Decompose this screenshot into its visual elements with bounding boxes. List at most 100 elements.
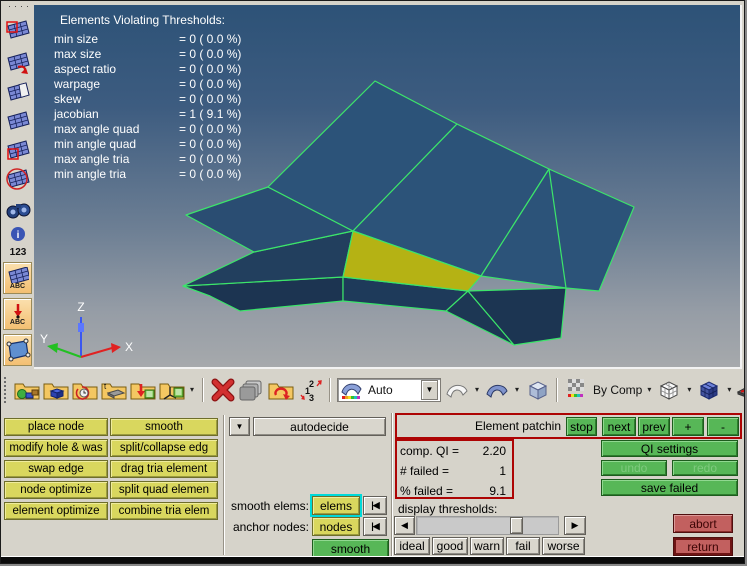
mesh-arrow-icon[interactable]: [5, 50, 31, 76]
wireframe-shell-caret[interactable]: ▾: [473, 385, 481, 394]
overlay-row: max angle quad = 0 ( 0.0 %): [54, 122, 242, 136]
element-thickness-icon[interactable]: [736, 377, 745, 403]
reload-icon[interactable]: [268, 377, 294, 403]
split-quad-element-button[interactable]: split quad elemen: [110, 481, 218, 499]
mesh-abc-button[interactable]: ABC: [3, 262, 32, 294]
slider-right-button[interactable]: ▶: [564, 516, 586, 535]
binoculars-icon[interactable]: [5, 196, 31, 222]
edit-tools-grid: place node smooth modify hole & was spli…: [4, 418, 218, 520]
threshold-warn-button[interactable]: warn: [470, 537, 504, 555]
nodes-reset-button[interactable]: |◀: [363, 517, 387, 536]
slider-left-button[interactable]: ◀: [394, 516, 415, 535]
axis-x-label: X: [125, 340, 133, 354]
threshold-slider-track[interactable]: [416, 516, 559, 535]
violations-overlay: Elements Violating Thresholds: min size =…: [54, 11, 241, 182]
redo-button[interactable]: redo: [672, 460, 738, 476]
next-button[interactable]: next: [602, 417, 636, 436]
toolbar-separator: [556, 377, 558, 402]
threshold-worse-button[interactable]: worse: [542, 537, 585, 555]
shading-dropdown-button[interactable]: ▼: [421, 379, 438, 400]
split-collapse-edge-button[interactable]: split/collapse edg: [110, 439, 218, 457]
sidebar-drag-handle[interactable]: ····: [8, 2, 34, 11]
import-list-icon[interactable]: [130, 377, 156, 403]
toolbar-drag-handle[interactable]: [4, 376, 9, 403]
prev-button[interactable]: prev: [638, 417, 670, 436]
abort-button[interactable]: abort: [673, 514, 733, 533]
combine-tria-element-button[interactable]: combine tria elem: [110, 502, 218, 520]
mesh-window-icon[interactable]: [5, 18, 31, 44]
qi-settings-button[interactable]: QI settings: [601, 440, 738, 457]
mesh-half-icon[interactable]: [5, 80, 31, 106]
overlay-row: aspect ratio = 0 ( 0.0 %): [54, 62, 242, 76]
color-mode-caret[interactable]: ▾: [645, 385, 653, 394]
thickness-icon[interactable]: t: [101, 377, 127, 403]
main-toolbar: t ▾ 2 1 3 Auto ▼ ▾ ▾ By Comp ▾ ▾ ▾: [1, 371, 745, 408]
mesh-icon: [8, 266, 29, 283]
drag-tria-element-button[interactable]: drag tria element: [110, 460, 218, 478]
wireframe-shell-icon[interactable]: [444, 377, 470, 403]
comp-qi-value: 2.20: [482, 444, 506, 458]
shaded-cube-icon[interactable]: [696, 377, 722, 403]
elems-selector-button[interactable]: elems: [310, 494, 362, 517]
place-node-button[interactable]: place node: [4, 418, 108, 436]
axis-triad: Z X Y: [40, 300, 133, 358]
overlay-row: max size = 0 ( 0.0 %): [54, 47, 242, 61]
element-optimize-button[interactable]: element optimize: [4, 502, 108, 520]
undo-button[interactable]: undo: [601, 460, 667, 476]
mesh-solid-icon[interactable]: [5, 109, 31, 135]
panels-stack-icon[interactable]: [239, 377, 265, 403]
save-failed-button[interactable]: save failed: [601, 479, 738, 496]
num-failed-label: # failed =: [400, 464, 450, 478]
mode-dropdown-button[interactable]: ▼: [229, 417, 250, 436]
display-thresholds-label: display thresholds:: [398, 502, 498, 516]
axes-list-icon[interactable]: [159, 377, 185, 403]
smooth-elems-label: smooth elems:: [230, 499, 309, 513]
shaded-shell-caret[interactable]: ▾: [513, 385, 521, 394]
abc-label: ABC: [9, 318, 26, 326]
checker-icon[interactable]: [564, 377, 590, 403]
nodes-selector-button[interactable]: nodes: [312, 517, 360, 536]
info-icon[interactable]: i: [5, 225, 31, 243]
stop-button[interactable]: stop: [566, 417, 597, 436]
cube-icon[interactable]: [524, 377, 550, 403]
mesh-select-icon[interactable]: [5, 138, 31, 164]
overlay-row: min angle quad = 0 ( 0.0 %): [54, 137, 242, 151]
wireframe-cube-caret[interactable]: ▾: [685, 385, 693, 394]
mesh-circle-icon[interactable]: [5, 167, 31, 193]
swap-edge-button[interactable]: swap edge: [4, 460, 108, 478]
return-button[interactable]: return: [673, 537, 733, 556]
color-mode-value[interactable]: By Comp: [593, 383, 642, 397]
threshold-slider-thumb[interactable]: [510, 517, 523, 534]
wireframe-cube-icon[interactable]: [656, 377, 682, 403]
shaded-shell-icon[interactable]: [484, 377, 510, 403]
threshold-ideal-button[interactable]: ideal: [394, 537, 430, 555]
threshold-fail-button[interactable]: fail: [506, 537, 540, 555]
axes-dropdown-caret[interactable]: ▾: [188, 385, 196, 394]
zoom-in-button[interactable]: +: [672, 417, 704, 436]
renumber-123-icon[interactable]: 2 1 3: [297, 377, 323, 403]
delete-x-icon[interactable]: [210, 377, 236, 403]
zoom-out-button[interactable]: -: [707, 417, 739, 436]
panel-separator: [391, 413, 393, 558]
autodecide-button[interactable]: autodecide: [253, 417, 386, 436]
threshold-good-button[interactable]: good: [432, 537, 468, 555]
shading-mode-value: Auto: [368, 382, 393, 397]
overlay-title: Elements Violating Thresholds:: [60, 13, 225, 27]
open-model-icon[interactable]: [14, 377, 40, 403]
surface-nodes-button[interactable]: [3, 334, 32, 366]
modify-hole-button[interactable]: modify hole & was: [4, 439, 108, 457]
overlay-row: min angle tria = 0 ( 0.0 %): [54, 167, 242, 181]
solid-geometry-icon[interactable]: [43, 377, 69, 403]
graphics-viewport[interactable]: Elements Violating Thresholds: min size =…: [34, 5, 742, 369]
recent-files-icon[interactable]: [72, 377, 98, 403]
shaded-cube-caret[interactable]: ▾: [725, 385, 733, 394]
shading-mode-combo[interactable]: Auto ▼: [337, 377, 441, 402]
overlay-row: jacobian = 1 ( 9.1 %): [54, 107, 242, 121]
smooth-mode-button[interactable]: smooth: [110, 418, 218, 436]
arrow-abc-button[interactable]: ABC: [3, 298, 32, 330]
node-optimize-button[interactable]: node optimize: [4, 481, 108, 499]
numbers-label[interactable]: 123: [5, 247, 31, 258]
elems-reset-button[interactable]: |◀: [363, 496, 387, 515]
num-failed-value: 1: [499, 464, 506, 478]
overlay-row: warpage = 0 ( 0.0 %): [54, 77, 242, 91]
